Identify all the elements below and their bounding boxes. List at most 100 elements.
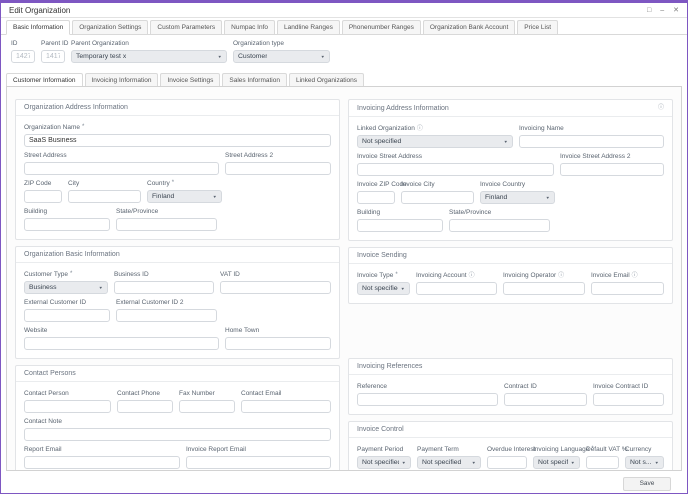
left-column: Organization Address Information Organiz… <box>15 99 340 462</box>
close-icon[interactable]: ✕ <box>673 7 679 14</box>
contact-phone-input[interactable] <box>117 400 173 413</box>
invoicing-language-select[interactable]: Not specified ▼ <box>533 456 580 469</box>
building-input[interactable] <box>24 218 110 231</box>
field-label: Organization Name <box>24 124 80 132</box>
maximize-icon[interactable]: □ <box>647 7 651 14</box>
field-label: External Customer ID 2 <box>116 299 184 307</box>
info-icon[interactable]: ⓘ <box>632 272 638 280</box>
tab-numpac-info[interactable]: Numpac Info <box>224 20 275 35</box>
tab-basic-information[interactable]: Basic Information <box>6 20 70 35</box>
field-label: Currency <box>625 446 651 454</box>
invoice-street-address-2-input[interactable] <box>560 163 664 176</box>
field-label: Building <box>24 208 47 216</box>
info-icon[interactable]: ⓘ <box>558 272 564 280</box>
edit-organization-window: Edit Organization □ – ✕ Basic Informatio… <box>0 0 688 494</box>
invoice-country-select[interactable]: Finland ▼ <box>480 191 555 204</box>
invoice-type-select[interactable]: Not specified ▼ <box>357 282 410 295</box>
field-label: Invoice ZIP Code <box>357 181 407 189</box>
dropdown-caret-icon: ▼ <box>99 285 103 289</box>
default-vat-input[interactable] <box>586 456 619 469</box>
tab-organization-bank-account[interactable]: Organization Bank Account <box>423 20 515 35</box>
invoice-zip-code-input[interactable] <box>357 191 395 204</box>
vat-id-input[interactable] <box>220 281 331 294</box>
tab-custom-parameters[interactable]: Custom Parameters <box>150 20 222 35</box>
dropdown-caret-icon: ▼ <box>504 139 508 143</box>
contact-email-input[interactable] <box>241 400 331 413</box>
invoice-contract-id-input[interactable] <box>593 393 664 406</box>
field-label: Website <box>24 327 47 335</box>
invoice-email-input[interactable] <box>591 282 664 295</box>
field-label: Customer Type <box>24 271 68 279</box>
contact-note-input[interactable] <box>24 428 331 441</box>
tab-organization-settings[interactable]: Organization Settings <box>72 20 148 35</box>
window-title: Edit Organization <box>9 6 70 15</box>
invoice-state-province-input[interactable] <box>449 219 550 232</box>
linked-organization-select[interactable]: Not specified ▼ <box>357 135 513 148</box>
field-label: Country <box>147 180 170 188</box>
organization-type-field: Organization type Customer ▼ <box>233 40 330 63</box>
zip-code-input[interactable] <box>24 190 62 203</box>
section-header: Invoice Control <box>349 422 672 438</box>
required-marker: * <box>70 270 72 278</box>
invoicing-name-input[interactable] <box>519 135 664 148</box>
external-customer-id-input[interactable] <box>24 309 110 322</box>
website-input[interactable] <box>24 337 219 350</box>
contact-person-input[interactable] <box>24 400 111 413</box>
parent-id-input <box>41 50 65 63</box>
section-invoice-control: Invoice Control Payment Period Not speci… <box>348 421 673 471</box>
select-value: Finland <box>485 194 507 201</box>
reference-input[interactable] <box>357 393 498 406</box>
home-town-input[interactable] <box>225 337 331 350</box>
invoice-building-input[interactable] <box>357 219 443 232</box>
invoice-street-address-input[interactable] <box>357 163 554 176</box>
header-fields: ID Parent ID Parent Organization Tempora… <box>1 35 687 70</box>
payment-term-select[interactable]: Not specified ▼ <box>417 456 481 469</box>
section-header: Contact Persons <box>16 366 339 382</box>
field-label: Business ID <box>114 271 149 279</box>
contract-id-input[interactable] <box>504 393 587 406</box>
invoice-report-email-input[interactable] <box>186 456 331 469</box>
select-value: Not specified <box>362 285 398 292</box>
state-province-input[interactable] <box>116 218 217 231</box>
parent-organization-select[interactable]: Temporary test x ▼ <box>71 50 227 63</box>
field-label: Reference <box>357 383 387 391</box>
invoice-city-input[interactable] <box>401 191 474 204</box>
invoicing-account-input[interactable] <box>416 282 497 295</box>
overdue-interest-input[interactable] <box>487 456 527 469</box>
report-email-input[interactable] <box>24 456 180 469</box>
section-header: Invoicing Address Information ⓘ <box>349 100 672 117</box>
city-input[interactable] <box>68 190 141 203</box>
minimize-icon[interactable]: – <box>660 7 664 14</box>
organization-name-input[interactable] <box>24 134 331 147</box>
street-address-input[interactable] <box>24 162 219 175</box>
info-icon[interactable]: ⓘ <box>417 125 423 133</box>
tab-phonenumber-ranges[interactable]: Phonenumber Ranges <box>342 20 421 35</box>
save-button[interactable]: Save <box>623 477 671 491</box>
required-marker: * <box>395 271 397 279</box>
dropdown-caret-icon: ▼ <box>472 460 476 464</box>
tab-landline-ranges[interactable]: Landline Ranges <box>277 20 340 35</box>
fax-number-input[interactable] <box>179 400 235 413</box>
required-marker: * <box>172 179 174 187</box>
field-label: Report Email <box>24 446 62 454</box>
customer-type-select[interactable]: Business ▼ <box>24 281 108 294</box>
organization-type-select[interactable]: Customer ▼ <box>233 50 330 63</box>
field-label: Invoice Contract ID <box>593 383 648 391</box>
tab-price-list[interactable]: Price List <box>517 20 558 35</box>
country-select[interactable]: Finland ▼ <box>147 190 222 203</box>
street-address-2-input[interactable] <box>225 162 331 175</box>
invoicing-operator-input[interactable] <box>503 282 585 295</box>
currency-select[interactable]: Not s... ▼ <box>625 456 664 469</box>
payment-period-select[interactable]: Not specified ▼ <box>357 456 411 469</box>
info-icon[interactable]: ⓘ <box>469 272 475 280</box>
parent-organization-label: Parent Organization <box>71 40 129 48</box>
organization-type-label: Organization type <box>233 40 284 48</box>
field-label: ZIP Code <box>24 180 51 188</box>
business-id-input[interactable] <box>114 281 214 294</box>
field-label: Linked Organization <box>357 125 415 133</box>
dropdown-caret-icon: ▼ <box>321 54 325 58</box>
info-icon[interactable]: ⓘ <box>658 104 664 112</box>
field-label: Invoice City <box>401 181 435 189</box>
external-customer-id-2-input[interactable] <box>116 309 217 322</box>
field-label: Overdue Interest <box>487 446 535 454</box>
